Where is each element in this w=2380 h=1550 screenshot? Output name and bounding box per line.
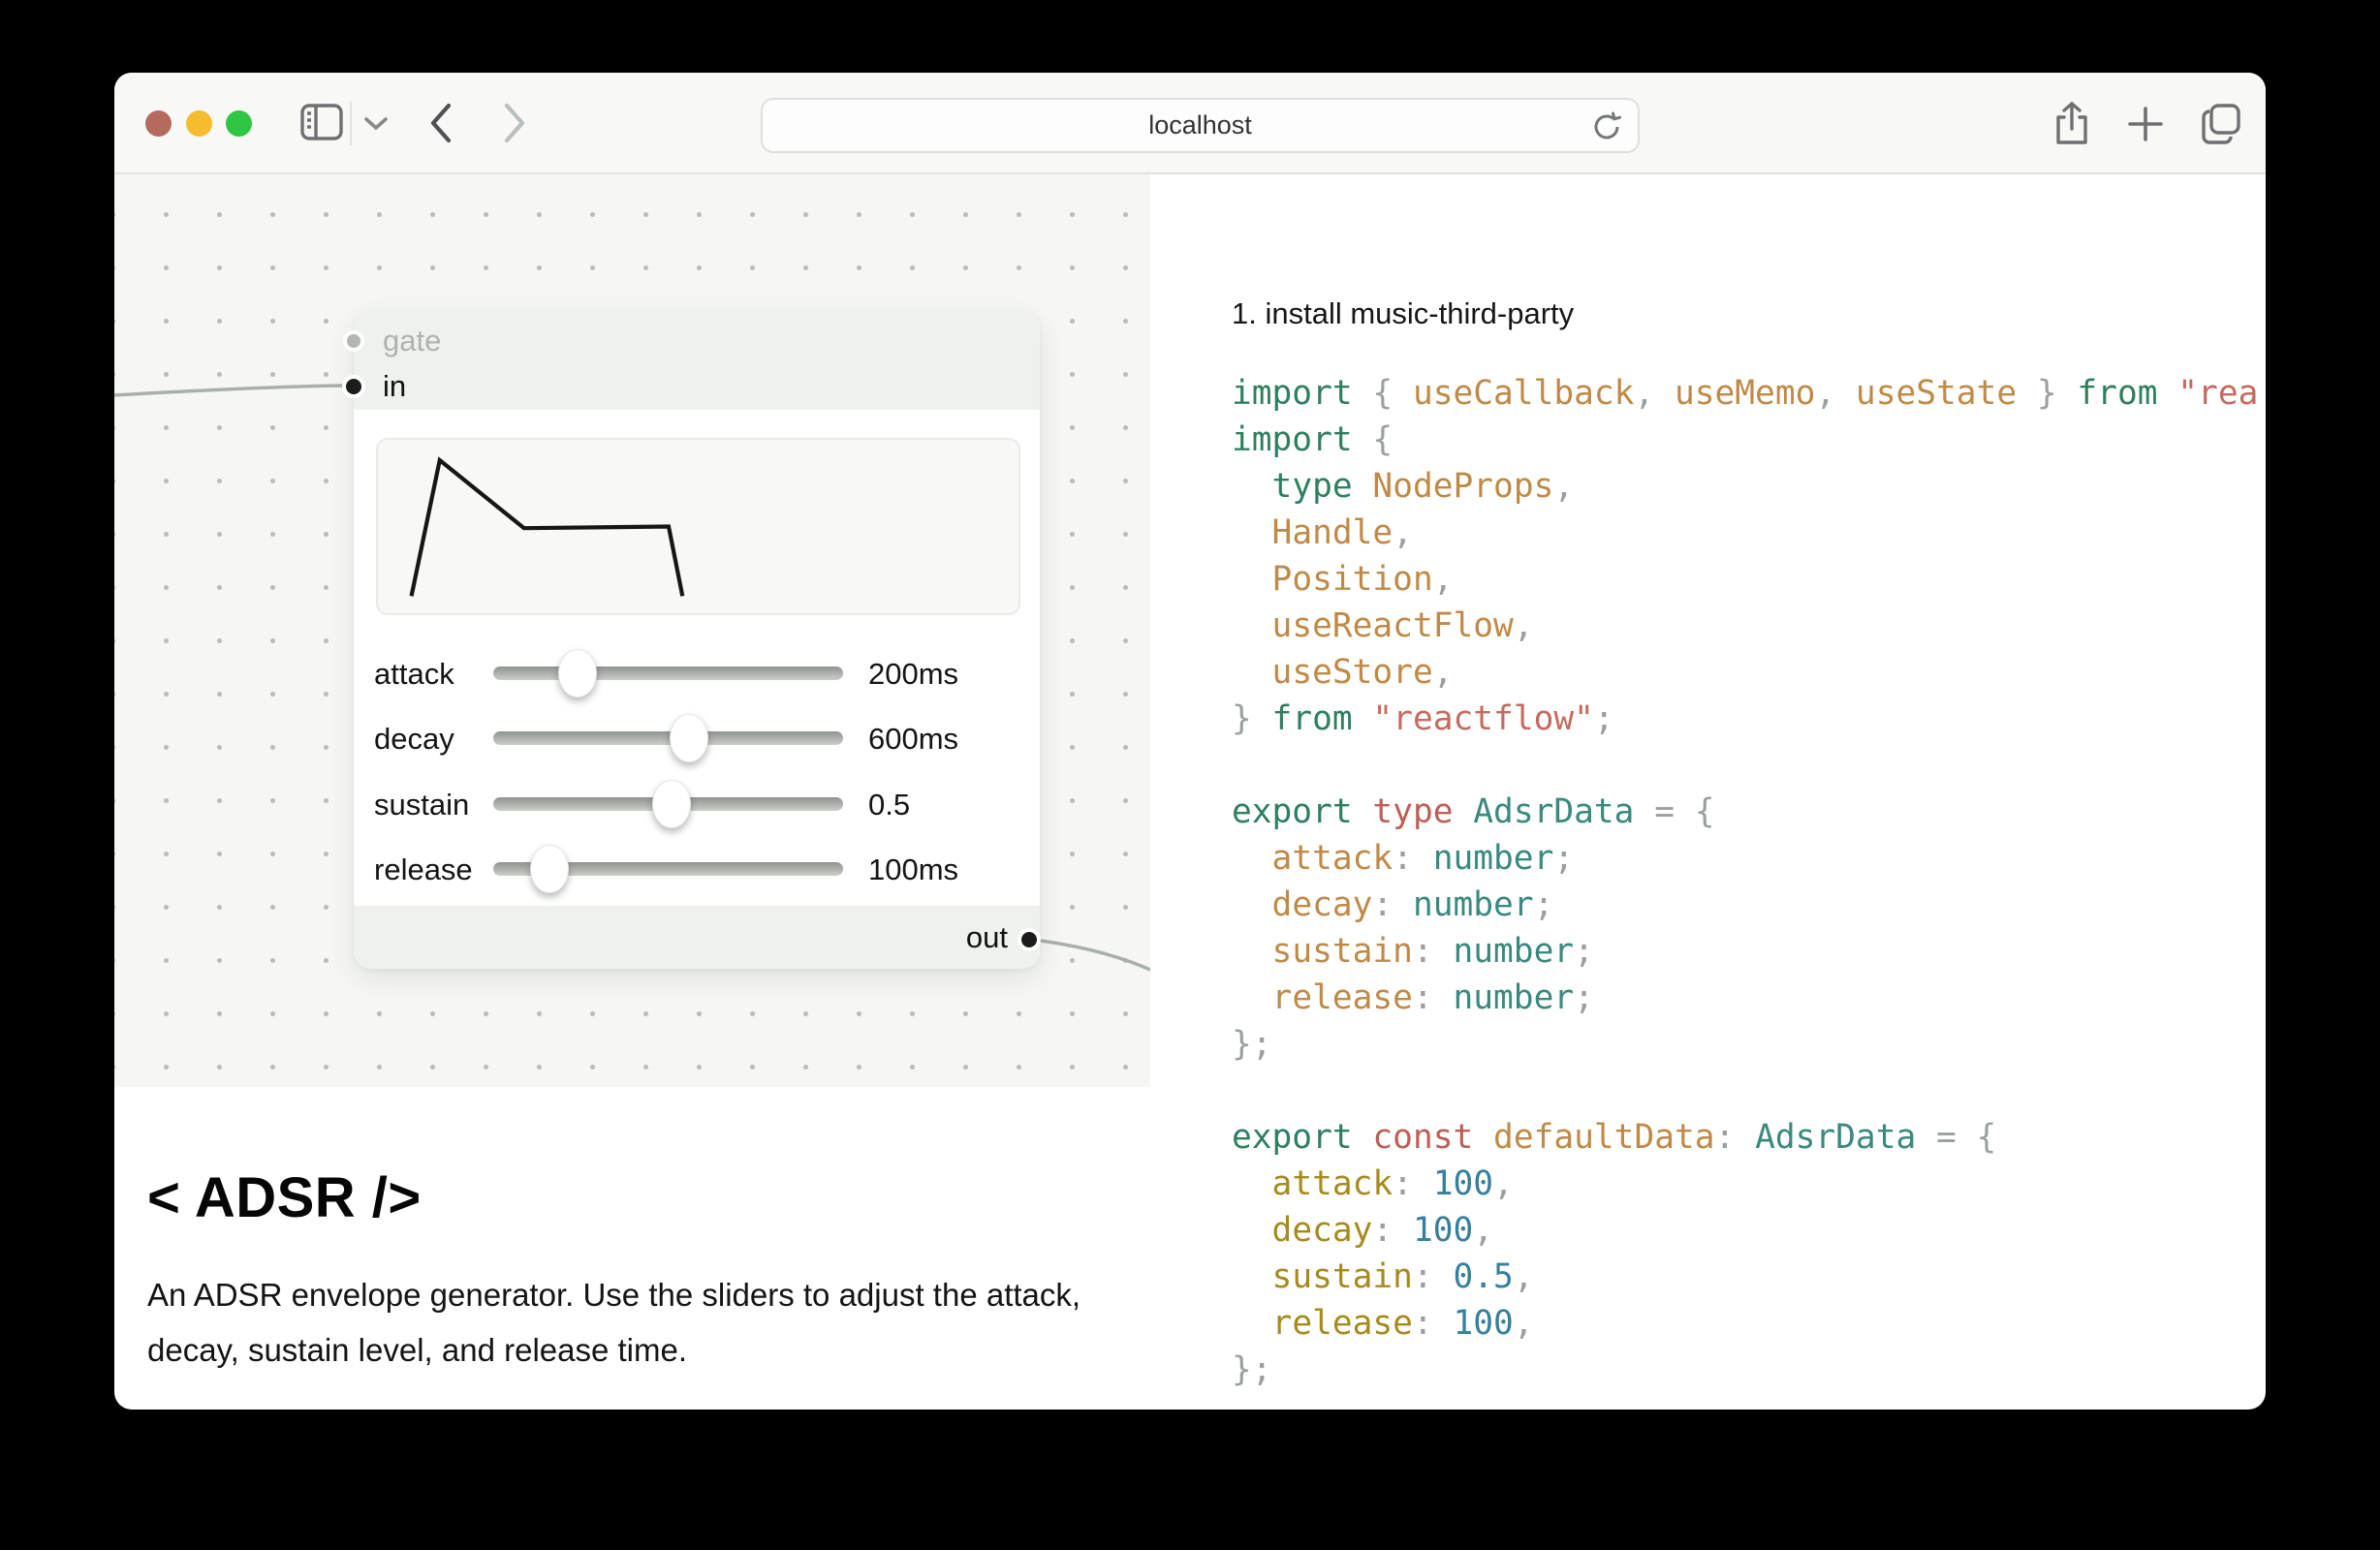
sidebar-icon[interactable]	[300, 104, 343, 145]
out-port-label: out	[966, 920, 1008, 955]
toolbar-divider	[350, 102, 352, 145]
address-bar-url: localhost	[1148, 110, 1252, 140]
chevron-down-icon[interactable]	[363, 115, 389, 136]
release-label: release	[374, 852, 473, 887]
node-editor-canvas[interactable]: gate in attack 200ms decay 600ms susta	[114, 174, 1150, 1087]
code-step-heading: 1. install music-third-party	[1232, 293, 2258, 335]
code-panel: 1. install music-third-party import { us…	[1232, 258, 2258, 1410]
close-window-button[interactable]	[145, 110, 172, 137]
code-block: import { useCallback, useMemo, useState …	[1232, 370, 2258, 1410]
decay-slider-thumb[interactable]	[670, 714, 708, 762]
attack-slider-row: attack 200ms	[354, 651, 1040, 696]
zoom-window-button[interactable]	[226, 110, 252, 137]
reload-icon[interactable]	[1589, 109, 1624, 149]
page-description: An ADSR envelope generator. Use the slid…	[147, 1267, 1116, 1378]
adsr-node[interactable]: gate in attack 200ms decay 600ms susta	[354, 310, 1040, 969]
attack-label: attack	[374, 657, 454, 692]
decay-slider[interactable]	[493, 731, 843, 745]
browser-toolbar: localhost	[114, 73, 2266, 174]
envelope-graph	[376, 438, 1020, 615]
address-bar[interactable]: localhost	[761, 98, 1640, 153]
sustain-value: 0.5	[868, 788, 1023, 822]
release-slider[interactable]	[493, 862, 843, 876]
page-title: < ADSR />	[147, 1165, 1136, 1230]
envelope-curve	[384, 446, 1013, 607]
back-icon[interactable]	[428, 102, 454, 149]
forward-icon[interactable]	[502, 102, 527, 149]
tab-overview-icon[interactable]	[2200, 102, 2242, 149]
decay-slider-row: decay 600ms	[354, 716, 1040, 760]
out-output-port[interactable]	[1021, 932, 1037, 947]
browser-window: localhost	[114, 73, 2266, 1410]
attack-value: 200ms	[868, 657, 1023, 692]
adsr-node-header[interactable]: gate in	[354, 310, 1040, 410]
in-port-label: in	[383, 369, 406, 404]
sustain-slider-row: sustain 0.5	[354, 782, 1040, 826]
wire-into-in-port[interactable]	[114, 386, 350, 395]
gate-port-label: gate	[383, 324, 441, 358]
attack-slider[interactable]	[493, 666, 843, 680]
attack-slider-thumb[interactable]	[558, 649, 597, 698]
release-slider-thumb[interactable]	[530, 845, 569, 893]
release-slider-row: release 100ms	[354, 847, 1040, 891]
gate-input-port[interactable]	[347, 334, 360, 348]
minimize-window-button[interactable]	[186, 110, 212, 137]
sustain-slider[interactable]	[493, 797, 843, 811]
doc-section: < ADSR /> An ADSR envelope generator. Us…	[147, 1165, 1136, 1378]
wire-from-out-port[interactable]	[1033, 940, 1150, 970]
release-value: 100ms	[868, 852, 1023, 887]
sustain-label: sustain	[374, 788, 469, 822]
in-input-port[interactable]	[346, 379, 361, 394]
adsr-node-footer: out	[354, 906, 1040, 969]
share-icon[interactable]	[2052, 102, 2091, 151]
decay-label: decay	[374, 722, 454, 757]
new-tab-icon[interactable]	[2126, 105, 2165, 148]
decay-value: 600ms	[868, 722, 1023, 757]
sustain-slider-thumb[interactable]	[652, 780, 691, 828]
